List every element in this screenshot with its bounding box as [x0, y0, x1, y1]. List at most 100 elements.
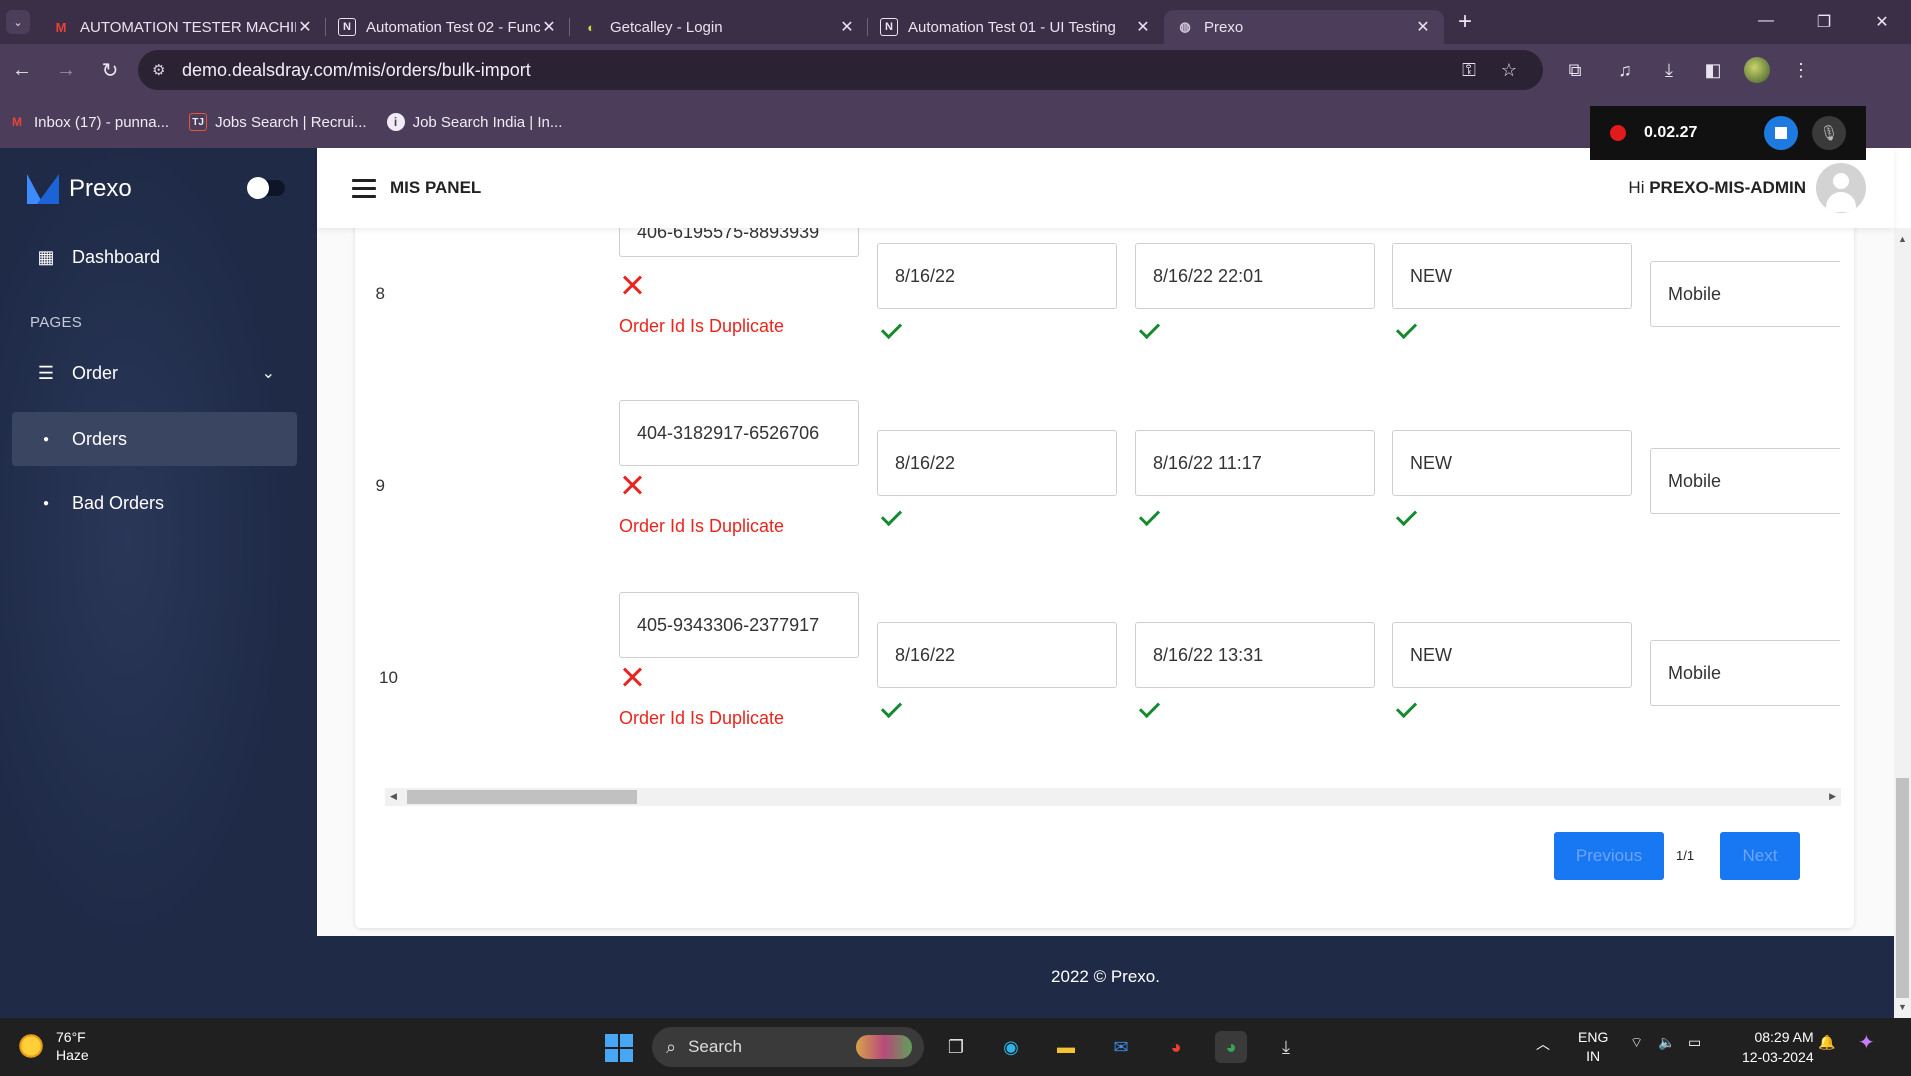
tab-search-button[interactable]: ⌄ — [6, 10, 30, 34]
order-timestamp-field[interactable]: 8/16/22 13:31 — [1135, 622, 1375, 688]
mic-muted-icon[interactable]: 🎙 — [1812, 116, 1846, 150]
browser-menu-icon[interactable]: ⋮ — [1779, 60, 1823, 81]
profile-avatar-icon[interactable] — [1744, 57, 1770, 83]
downloader-icon[interactable]: ⤓ — [1270, 1031, 1302, 1063]
restore-icon[interactable]: ❐ — [1795, 12, 1853, 32]
order-date-field[interactable]: 8/16/22 — [877, 430, 1117, 496]
brand-name: Prexo — [69, 175, 132, 202]
recording-indicator-icon — [1610, 125, 1626, 141]
order-id-field[interactable]: 406-6195575-8893939 — [619, 228, 859, 257]
file-explorer-icon[interactable]: ▬ — [1050, 1031, 1082, 1063]
system-clock[interactable]: 08:29 AM 12-03-2024 — [1742, 1027, 1814, 1067]
taskbar-search[interactable]: ⌕ Search — [652, 1027, 924, 1067]
browser-tab-2[interactable]: N Automation Test 02 - Functiona ✕ — [326, 10, 570, 44]
chrome-profile-icon[interactable]: ◕ — [1215, 1031, 1247, 1063]
language-indicator[interactable]: ENG IN — [1578, 1028, 1608, 1066]
calley-icon: ◐ — [587, 19, 595, 35]
browser-tab-4[interactable]: N Automation Test 01 - UI Testing ✕ — [868, 10, 1164, 44]
volume-icon[interactable]: 🔈 — [1658, 1034, 1675, 1051]
sidebar-item-dashboard[interactable]: ▦ Dashboard — [12, 230, 297, 284]
sidebar-item-order[interactable]: ☰ Order ⌄ — [12, 346, 297, 400]
reload-icon[interactable]: ↻ — [88, 58, 132, 83]
item-type-field[interactable]: Mobile — [1650, 448, 1840, 514]
stop-recording-button[interactable] — [1764, 116, 1798, 150]
page-count: 1/1 — [1676, 848, 1695, 863]
task-view-icon[interactable]: ❐ — [940, 1031, 972, 1063]
close-tab-icon[interactable]: ✕ — [1414, 17, 1432, 37]
scroll-right-icon[interactable]: ▶ — [1829, 791, 1836, 802]
search-highlight-icon — [856, 1035, 912, 1059]
user-avatar-icon[interactable] — [1816, 163, 1866, 213]
previous-button[interactable]: Previous — [1554, 832, 1664, 880]
bookmark-jobs-search[interactable]: TJ Jobs Search | Recrui... — [189, 113, 367, 131]
site-info-icon[interactable]: ⚙ — [152, 61, 182, 79]
toggle-knob — [247, 177, 269, 199]
vertical-scrollbar[interactable]: ▲ ▼ — [1894, 228, 1911, 1018]
address-bar[interactable]: ⚙ demo.dealsdray.com/mis/orders/bulk-imp… — [138, 50, 1543, 90]
forward-icon[interactable]: → — [44, 59, 88, 82]
order-id-field[interactable]: 404-3182917-6526706 — [619, 400, 859, 466]
scroll-left-icon[interactable]: ◀ — [390, 791, 397, 802]
browser-tab-5[interactable]: ◍ Prexo ✕ — [1164, 10, 1444, 44]
table-row: 10 405-9343306-2377917 Order Id Is Dupli… — [355, 592, 1854, 792]
bullet-icon: ● — [42, 497, 50, 509]
tab-title: Prexo — [1204, 18, 1244, 36]
order-timestamp-field[interactable]: 8/16/22 11:17 — [1135, 430, 1375, 496]
weather-widget[interactable]: 76°F Haze — [16, 1028, 89, 1064]
order-timestamp-field[interactable]: 8/16/22 22:01 — [1135, 243, 1375, 309]
download-icon[interactable]: ⤓ — [1647, 60, 1691, 81]
order-date-field[interactable]: 8/16/22 — [877, 622, 1117, 688]
sidebar-item-orders[interactable]: ● Orders — [12, 412, 297, 466]
mail-icon[interactable]: ✉ — [1105, 1031, 1137, 1063]
show-hidden-icons-icon[interactable]: ︿ — [1536, 1034, 1550, 1054]
item-type-field[interactable]: Mobile — [1650, 640, 1840, 706]
side-panel-icon[interactable]: ◧ — [1691, 60, 1735, 81]
screen-recorder-widget: 0.02.27 🎙 — [1590, 106, 1866, 160]
theme-toggle[interactable] — [247, 177, 285, 199]
close-window-icon[interactable]: ✕ — [1853, 12, 1911, 32]
weather-text: 76°F Haze — [56, 1028, 89, 1064]
order-date-field[interactable]: 8/16/22 — [877, 243, 1117, 309]
scrollbar-thumb[interactable] — [407, 790, 637, 804]
extensions-icon[interactable]: ⧉ — [1553, 60, 1597, 81]
windows-start-icon[interactable] — [605, 1034, 633, 1062]
password-key-icon[interactable]: ⚿ — [1449, 60, 1489, 81]
order-status-field[interactable]: NEW — [1392, 622, 1632, 688]
scroll-down-icon[interactable]: ▼ — [1898, 1002, 1907, 1012]
greeting-prefix: Hi — [1628, 178, 1645, 197]
bookmark-inbox[interactable]: M Inbox (17) - punna... — [8, 113, 169, 131]
valid-check-icon — [1137, 321, 1159, 335]
browser-tab-1[interactable]: M AUTOMATION TESTER MACHIN ✕ — [40, 10, 326, 44]
wifi-icon[interactable]: ⌔ — [1630, 1034, 1643, 1052]
browser-tab-3[interactable]: ◐ Getcalley - Login ✕ — [570, 10, 868, 44]
battery-icon[interactable]: ▭ — [1688, 1034, 1701, 1051]
media-controls-icon[interactable]: ♫ — [1603, 60, 1647, 81]
bookmark-job-search-india[interactable]: i Job Search India | In... — [386, 113, 562, 131]
copilot-icon[interactable]: ✦ — [1858, 1030, 1875, 1055]
back-icon[interactable]: ← — [0, 59, 44, 82]
stop-icon — [1775, 127, 1787, 139]
order-status-field[interactable]: NEW — [1392, 430, 1632, 496]
notification-bell-icon[interactable]: 🔔 — [1818, 1034, 1835, 1051]
bookmark-star-icon[interactable]: ☆ — [1489, 60, 1529, 81]
brand[interactable]: Prexo — [27, 174, 132, 204]
minimize-icon[interactable]: — — [1737, 12, 1795, 32]
order-id-field[interactable]: 405-9343306-2377917 — [619, 592, 859, 658]
scroll-up-icon[interactable]: ▲ — [1898, 234, 1907, 244]
globe-icon: ◍ — [1179, 19, 1191, 34]
hamburger-menu-icon[interactable] — [352, 178, 376, 198]
close-tab-icon[interactable]: ✕ — [838, 17, 856, 37]
order-status-field[interactable]: NEW — [1392, 243, 1632, 309]
next-button[interactable]: Next — [1720, 832, 1800, 880]
tab-title: Automation Test 01 - UI Testing — [908, 18, 1116, 36]
horizontal-scrollbar[interactable]: ◀ ▶ — [385, 788, 1841, 806]
scrollbar-thumb[interactable] — [1896, 778, 1909, 998]
item-type-field[interactable]: Mobile — [1650, 261, 1840, 327]
sidebar-item-bad-orders[interactable]: ● Bad Orders — [12, 476, 297, 530]
close-tab-icon[interactable]: ✕ — [1134, 17, 1152, 37]
close-tab-icon[interactable]: ✕ — [296, 17, 314, 37]
close-tab-icon[interactable]: ✕ — [540, 17, 558, 37]
new-tab-button[interactable]: + — [1458, 8, 1472, 36]
chrome-icon[interactable]: ◕ — [1160, 1031, 1192, 1063]
edge-browser-icon[interactable]: ◉ — [995, 1031, 1027, 1063]
